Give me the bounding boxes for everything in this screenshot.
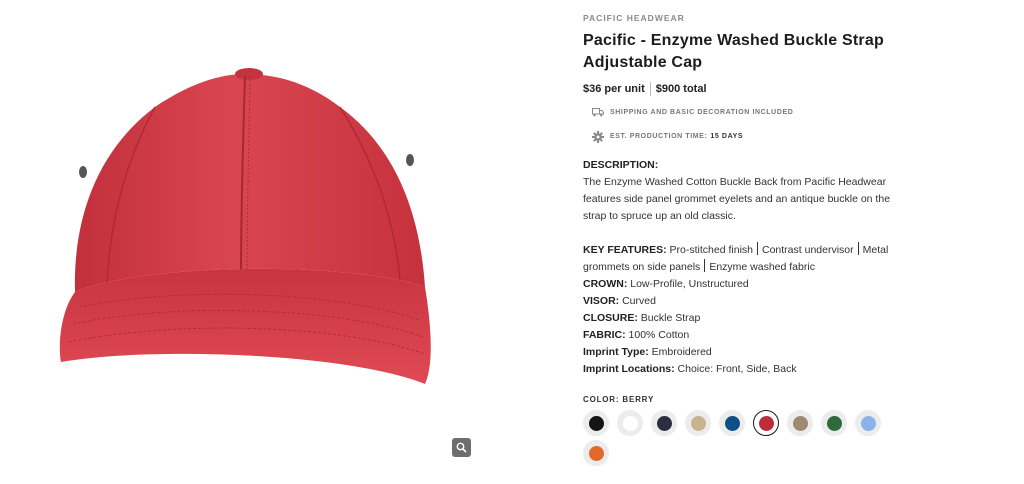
color-swatch-stone[interactable] — [787, 410, 813, 436]
color-swatch-light-blue[interactable] — [855, 410, 881, 436]
color-swatch-orange[interactable] — [583, 440, 609, 466]
spec-label: CLOSURE: — [583, 312, 638, 324]
key-feature-item: Contrast undervisor — [762, 244, 854, 256]
spec-value: Curved — [622, 295, 656, 307]
color-swatch-khaki[interactable] — [685, 410, 711, 436]
key-features: KEY FEATURES: Pro-stitched finish Contras… — [583, 242, 903, 276]
color-dot — [690, 415, 706, 431]
magnifier-icon — [456, 442, 467, 453]
spec-visor: VISOR: Curved — [583, 293, 903, 310]
key-features-label: KEY FEATURES: — [583, 244, 667, 256]
feature-divider — [857, 242, 859, 255]
spec-label: Imprint Locations: — [583, 363, 675, 375]
gear-icon — [591, 130, 604, 143]
key-feature-item: Pro-stitched finish — [669, 244, 753, 256]
color-swatch-royal[interactable] — [719, 410, 745, 436]
shipping-text: SHIPPING AND BASIC DECORATION INCLUDED — [610, 109, 794, 116]
color-dot — [622, 415, 638, 431]
color-dot — [860, 415, 876, 431]
color-swatch-green[interactable] — [821, 410, 847, 436]
spec-value: Embroidered — [651, 346, 712, 358]
color-swatch-black[interactable] — [583, 410, 609, 436]
spec-closure: CLOSURE: Buckle Strap — [583, 310, 903, 327]
spec-value: 100% Cotton — [628, 329, 690, 341]
color-dot — [724, 415, 740, 431]
spec-label: Imprint Type: — [583, 346, 649, 358]
color-dot — [588, 415, 604, 431]
color-dot — [588, 445, 604, 461]
key-feature-item: Enzyme washed fabric — [709, 261, 815, 273]
feature-divider — [704, 259, 706, 272]
zoom-button[interactable] — [452, 438, 471, 457]
product-image-cap — [59, 68, 431, 384]
spec-label: FABRIC: — [583, 329, 626, 341]
price-per-unit: $36 per unit — [583, 83, 645, 95]
shipping-note: SHIPPING AND BASIC DECORATION INCLUDED — [591, 107, 903, 118]
production-label: EST. PRODUCTION TIME: — [610, 133, 708, 140]
product-page: PACIFIC HEADWEAR Pacific - Enzyme Washed… — [0, 0, 1024, 484]
spec-imprint-locations: Imprint Locations: Choice: Front, Side, … — [583, 361, 903, 378]
spec-crown: CROWN: Low-Profile, Unstructured — [583, 276, 903, 293]
description-text: The Enzyme Washed Cotton Buckle Back fro… — [583, 176, 891, 222]
product-details: PACIFIC HEADWEAR Pacific - Enzyme Washed… — [583, 12, 903, 470]
spec-label: VISOR: — [583, 295, 620, 307]
production-time: EST. PRODUCTION TIME: 15 DAYS — [591, 130, 903, 143]
color-swatch-white[interactable] — [617, 410, 643, 436]
description-heading: DESCRIPTION: — [583, 159, 659, 171]
production-value: 15 DAYS — [710, 133, 744, 140]
spec-fabric: FABRIC: 100% Cotton — [583, 327, 903, 344]
price-total: $900 total — [655, 83, 707, 95]
color-swatches — [583, 410, 893, 470]
spec-label: CROWN: — [583, 278, 628, 290]
spec-value: Low-Profile, Unstructured — [630, 278, 749, 290]
color-dot — [656, 415, 672, 431]
description-section: DESCRIPTION: The Enzyme Washed Cotton Bu… — [583, 157, 903, 225]
color-swatch-navy[interactable] — [651, 410, 677, 436]
price-row: $36 per unit $900 total — [583, 82, 903, 96]
color-dot — [826, 415, 842, 431]
spec-value: Choice: Front, Side, Back — [677, 363, 797, 375]
price-divider — [649, 82, 651, 96]
product-title: Pacific - Enzyme Washed Buckle Strap Adj… — [583, 32, 884, 71]
specs-section: KEY FEATURES: Pro-stitched finish Contras… — [583, 242, 903, 378]
color-swatch-berry[interactable] — [753, 410, 779, 436]
spec-imprint-type: Imprint Type: Embroidered — [583, 344, 903, 361]
color-dot — [758, 415, 774, 431]
feature-divider — [757, 242, 758, 255]
product-image-area — [0, 0, 500, 484]
spec-value: Buckle Strap — [640, 312, 701, 324]
brand-name: PACIFIC HEADWEAR — [583, 13, 685, 23]
color-label: COLOR: BERRY — [583, 395, 655, 404]
color-dot — [792, 415, 808, 431]
truck-icon — [591, 107, 604, 118]
